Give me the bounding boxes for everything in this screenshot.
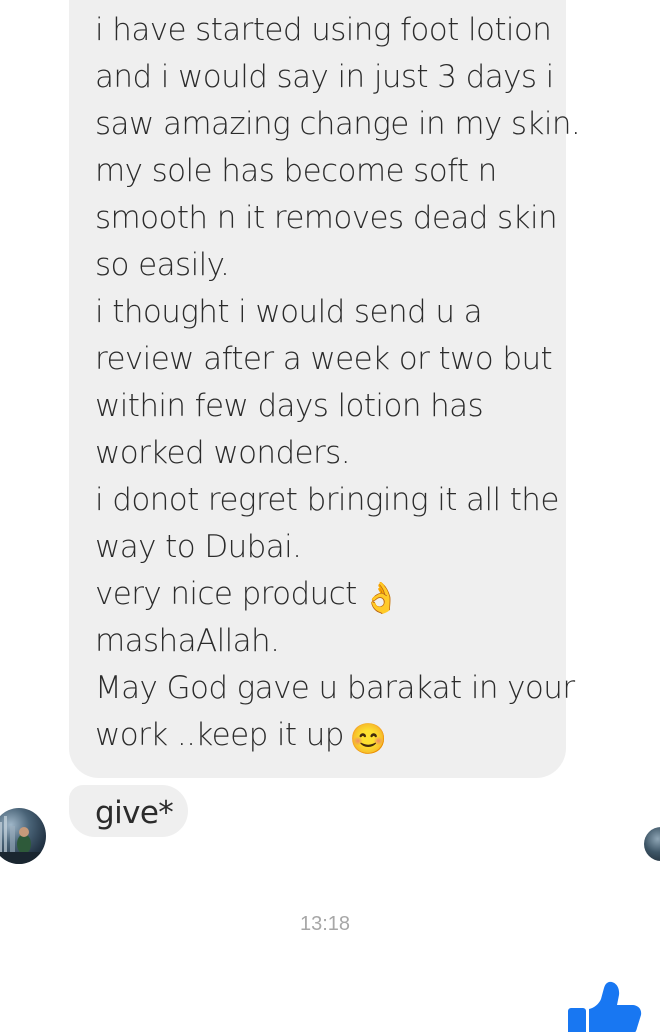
message-line: i thought i would send u a — [95, 294, 483, 330]
message-line: saw amazing change in my skin. — [95, 106, 581, 142]
avatar-photo-icon — [0, 816, 46, 864]
message-line: way to Dubai. — [95, 529, 302, 565]
message-line: within few days lotion has — [95, 388, 484, 424]
message-line: i have started using foot lotion — [95, 12, 552, 48]
smiling-face-emoji: 😊 — [349, 722, 387, 757]
message-line: worked wonders. — [95, 435, 351, 471]
message-line: and i would say in just 3 days i — [95, 59, 554, 95]
ok-hand-emoji: 👌 — [362, 581, 400, 616]
message-bubble[interactable]: i have started using foot lotion and i w… — [69, 0, 581, 778]
message-line: May God gave u barakat in your — [95, 670, 575, 706]
message-line: i donot regret bringing it all the — [95, 482, 559, 518]
message-line-text: very nice product — [95, 576, 357, 612]
message-line: review after a week or two but — [95, 341, 553, 377]
correction-bubble[interactable]: give* — [69, 785, 188, 837]
message-line: mashaAllah. — [95, 623, 280, 659]
message-line: my sole has become soft n — [95, 153, 497, 189]
like-button[interactable] — [565, 975, 645, 1032]
seen-avatar — [644, 827, 660, 861]
message-line-text: work ..keep it up — [95, 717, 344, 753]
chat-thread: i have started using foot lotion and i w… — [0, 0, 660, 1032]
message-line: so easily. — [95, 247, 230, 283]
message-line-with-emoji: very nice product 👌 — [95, 571, 556, 618]
correction-text: give* — [95, 795, 174, 831]
message-timestamp: 13:18 — [299, 913, 351, 935]
contact-avatar[interactable] — [0, 808, 46, 864]
message-line-with-emoji: work ..keep it up 😊 — [95, 712, 556, 759]
thumbs-up-icon — [568, 981, 642, 1032]
message-line: smooth n it removes dead skin — [95, 200, 558, 236]
